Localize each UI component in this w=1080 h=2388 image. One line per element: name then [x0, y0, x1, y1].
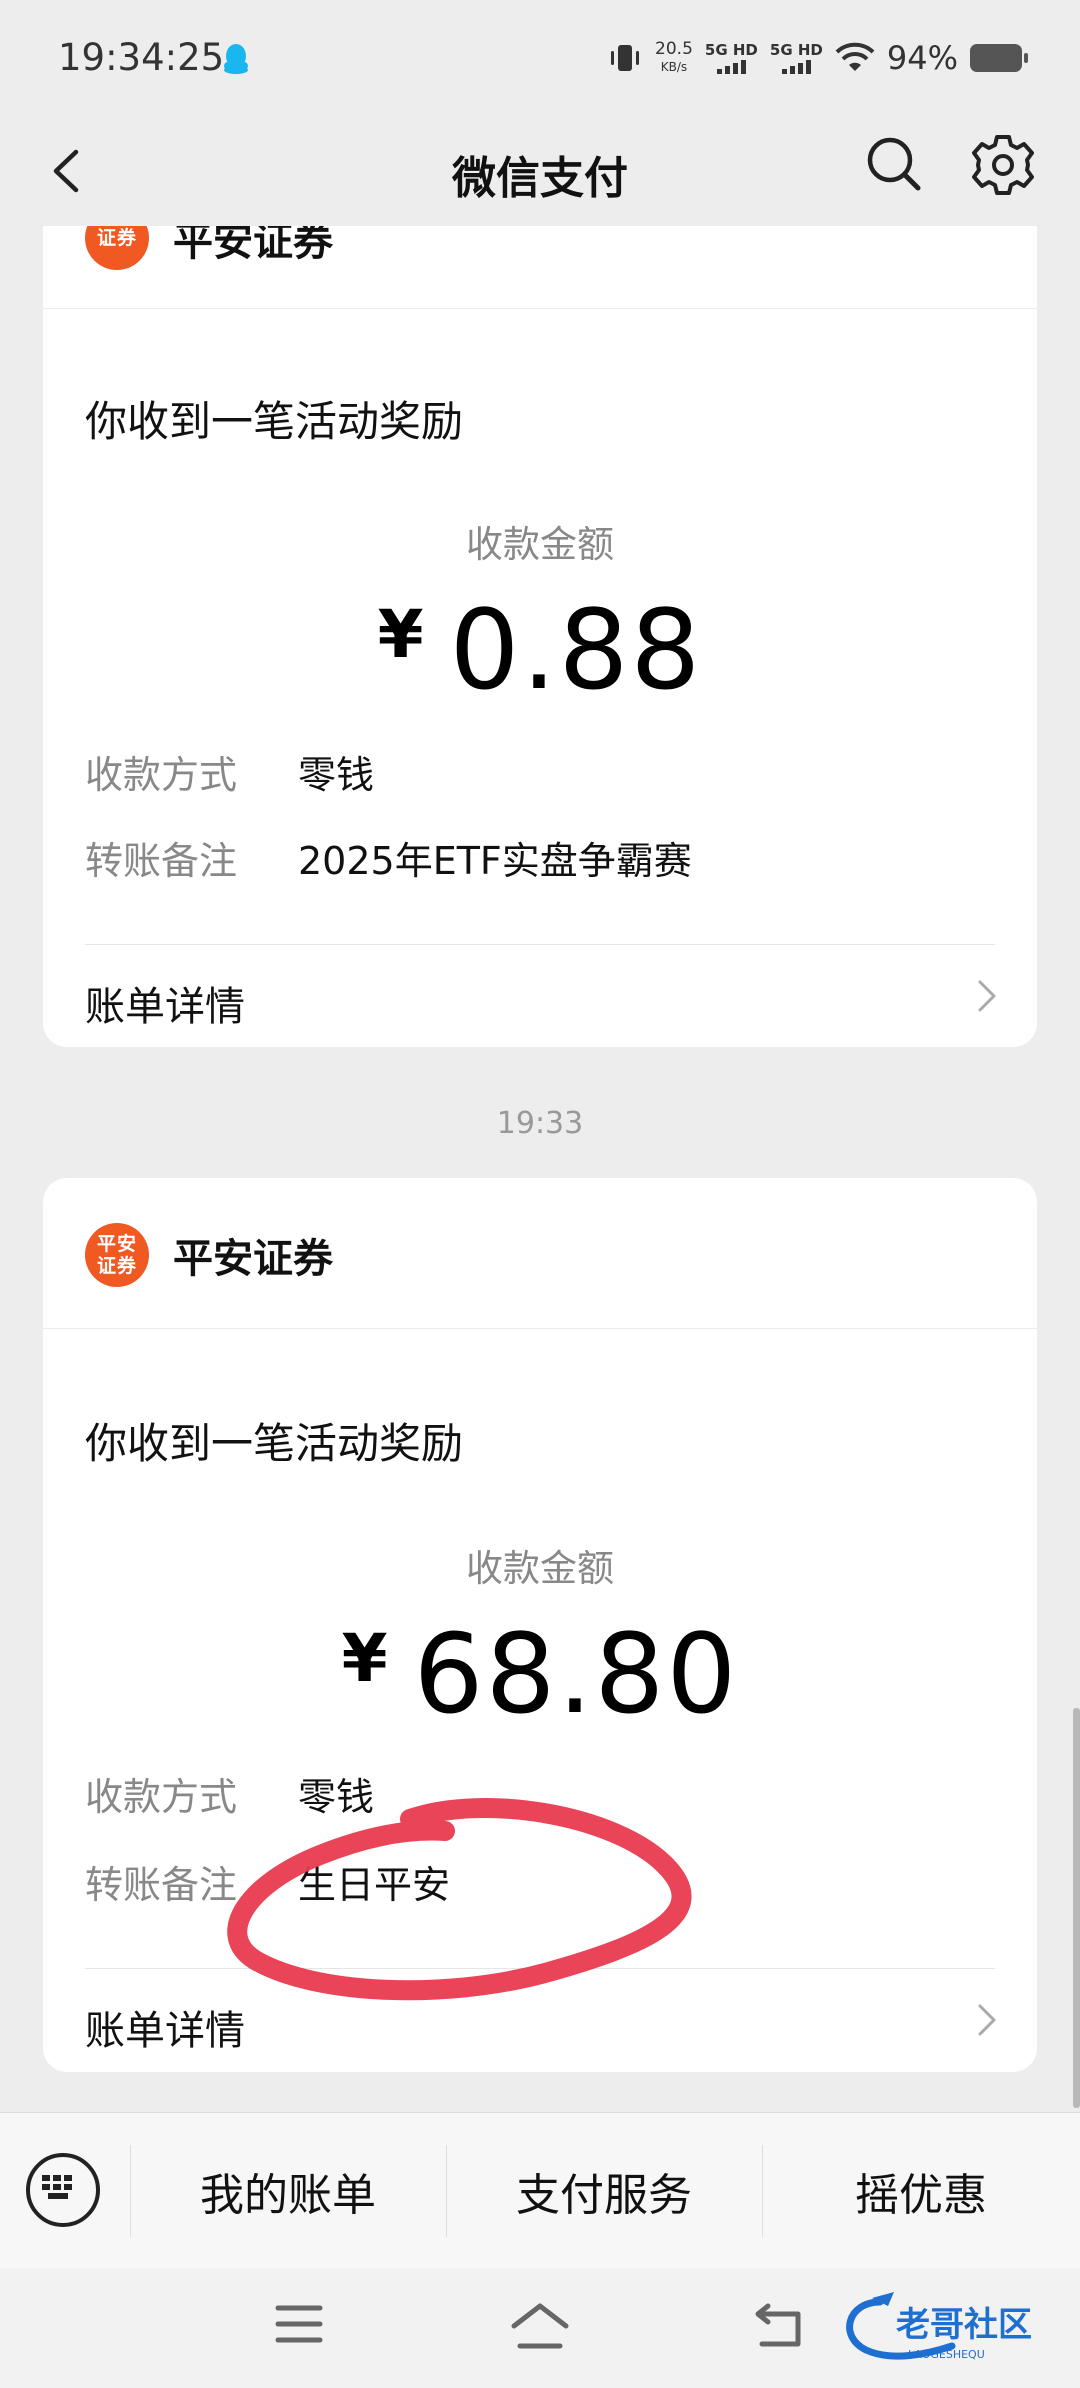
menu-payment-services[interactable]: 支付服务 — [446, 2159, 762, 2223]
message-timestamp: 19:33 — [496, 1106, 584, 1141]
message-list[interactable]: 证券 平安证券 你收到一笔活动奖励 收款金额 ¥0.88 收款方式 零钱 转账备… — [0, 226, 1080, 2112]
status-bar: 19:34:25 20.5 KB/s 5G HD 5G HD 94% — [0, 0, 1080, 118]
bill-details-link[interactable]: 账单详情 — [85, 974, 245, 1032]
watermark-subtext: LAOGESHEQU — [908, 2348, 985, 2361]
payment-method-value: 零钱 — [298, 1775, 375, 1819]
transfer-note-value: 2025年ETF实盘争霸赛 — [298, 839, 692, 883]
signal-sim1: 5G HD — [705, 42, 758, 74]
bottom-menu-bar: 我的账单 支付服务 摇优惠 — [0, 2112, 1080, 2269]
signal-bars-icon — [716, 58, 746, 74]
nav-bar: 微信支付 — [0, 118, 1080, 226]
menu-shake-offers[interactable]: 摇优惠 — [762, 2159, 1080, 2223]
payment-card: 证券 平安证券 你收到一笔活动奖励 收款金额 ¥0.88 收款方式 零钱 转账备… — [43, 226, 1037, 1047]
qq-notification-icon — [224, 44, 248, 74]
back-nav-icon[interactable] — [754, 2302, 804, 2350]
keyboard-toggle-button[interactable] — [26, 2153, 100, 2227]
chevron-right-icon[interactable] — [975, 2002, 999, 2038]
search-icon[interactable] — [862, 132, 926, 196]
battery-percent: 94% — [886, 39, 958, 77]
signal-bars-icon — [781, 58, 811, 74]
gear-icon[interactable] — [970, 132, 1036, 198]
transfer-note-label: 转账备注 — [85, 1863, 238, 1907]
card-header: 证券 平安证券 — [43, 226, 1037, 309]
payment-card: 平安 证券 平安证券 你收到一笔活动奖励 收款金额 ¥68.80 收款方式 零钱… — [43, 1178, 1037, 2072]
home-icon[interactable] — [510, 2302, 570, 2352]
keyboard-icon — [42, 2175, 72, 2199]
brand-logo: 证券 — [85, 226, 149, 270]
divider — [85, 944, 995, 945]
menu-my-bills[interactable]: 我的账单 — [130, 2159, 446, 2223]
brand-name: 平安证券 — [173, 226, 333, 265]
watermark-logo: 老哥社区 LAOGESHEQU — [846, 2292, 1032, 2361]
transfer-note-label: 转账备注 — [85, 839, 238, 883]
amount-label: 收款金额 — [466, 1547, 614, 1590]
vibrate-icon — [611, 45, 640, 71]
card-title: 你收到一笔活动奖励 — [85, 1419, 464, 1468]
signal-sim2: 5G HD — [770, 42, 823, 74]
amount-value: ¥68.80 — [341, 1610, 739, 1738]
chevron-right-icon[interactable] — [975, 978, 999, 1014]
network-speed: 20.5 KB/s — [655, 39, 693, 74]
bill-details-link[interactable]: 账单详情 — [85, 1998, 245, 2056]
payment-method-label: 收款方式 — [85, 753, 238, 797]
menu-icon[interactable] — [274, 2302, 324, 2346]
brand-name: 平安证券 — [173, 1236, 333, 1282]
scrollbar-thumb[interactable] — [1073, 1708, 1080, 2108]
divider — [85, 1968, 995, 1969]
amount-label: 收款金额 — [466, 523, 614, 566]
card-header: 平安 证券 平安证券 — [43, 1178, 1037, 1329]
battery-icon — [970, 44, 1028, 72]
payment-method-value: 零钱 — [298, 753, 375, 797]
payment-method-label: 收款方式 — [85, 1775, 238, 1819]
amount-value: ¥0.88 — [377, 586, 703, 714]
transfer-note-value: 生日平安 — [298, 1863, 451, 1907]
status-time: 19:34:25 — [58, 36, 225, 79]
watermark-text: 老哥社区 — [896, 2305, 1032, 2345]
status-indicators: 20.5 KB/s 5G HD 5G HD 94% — [607, 38, 1028, 78]
brand-logo: 平安 证券 — [85, 1223, 149, 1287]
wifi-icon — [835, 42, 875, 71]
card-title: 你收到一笔活动奖励 — [85, 397, 464, 446]
